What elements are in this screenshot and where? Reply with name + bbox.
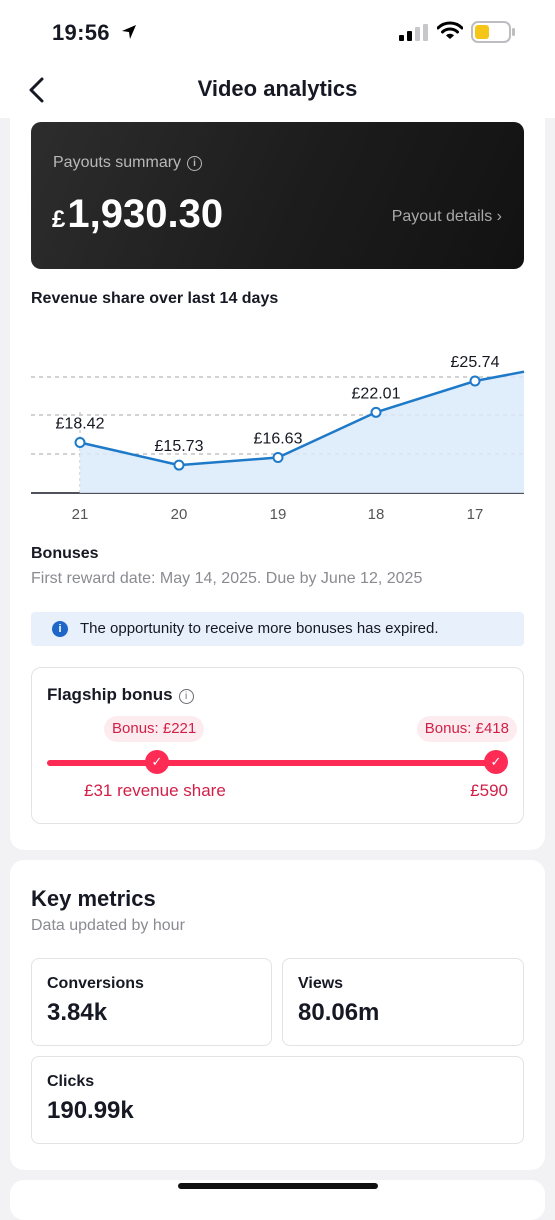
revenue-share-chart: £18.42 £15.73 £16.63 £22.01 £25.74 21 20 19 18 1… — [31, 354, 525, 523]
metric-label: Views — [298, 975, 344, 992]
key-metrics-subtitle: Data updated by hour — [31, 917, 185, 934]
payout-currency: £ — [52, 206, 66, 233]
milestone-threshold: £31 revenue share — [84, 781, 226, 800]
chart-title: Revenue share over last 14 days — [31, 290, 279, 307]
milestone-threshold: £590 — [470, 781, 508, 800]
payout-value: 1,930.30 — [67, 192, 224, 236]
page-title: Video analytics — [197, 76, 358, 101]
wifi-icon — [437, 21, 463, 39]
chart-x-tick-label: 18 — [368, 506, 385, 523]
chart-point[interactable] — [74, 436, 86, 448]
notice-text: The opportunity to receive more bonuses … — [80, 620, 439, 637]
info-icon[interactable]: i — [187, 156, 203, 171]
status-bar: 19:56 — [0, 0, 555, 64]
bonuses-title: Bonuses — [31, 545, 99, 562]
bonus-expired-notice: i The opportunity to receive more bonuse… — [31, 612, 524, 646]
home-indicator[interactable] — [178, 1183, 378, 1189]
metric-value: 190.99k — [47, 1097, 134, 1124]
chart-point[interactable] — [370, 406, 382, 418]
key-metrics-title: Key metrics — [31, 886, 156, 911]
chart-data-label: £25.74 — [451, 354, 500, 371]
bonuses-subtitle: First reward date: May 14, 2025. Due by … — [31, 570, 423, 587]
metric-tile-clicks[interactable]: Clicks 190.99k — [31, 1056, 524, 1144]
metric-tile-conversions[interactable]: Conversions 3.84k — [31, 958, 272, 1046]
chart-x-tick-label: 17 — [467, 506, 484, 523]
payout-amount: £1,930.30 — [52, 192, 223, 237]
status-time: 19:56 — [52, 20, 110, 45]
payouts-summary-label: Payouts summary i — [53, 154, 203, 172]
info-icon[interactable]: i — [178, 689, 194, 704]
payouts-summary-label-text: Payouts summary — [53, 154, 182, 171]
chart-data-label: £15.73 — [155, 438, 204, 455]
bonus-pill: Bonus: £221 — [104, 716, 205, 742]
chart-data-label: £22.01 — [352, 385, 401, 402]
battery-icon — [471, 21, 515, 43]
metric-value: 80.06m — [298, 999, 380, 1026]
chart-x-tick-label: 19 — [270, 506, 287, 523]
metric-value: 3.84k — [47, 999, 108, 1026]
navigation-bar: Video analytics — [0, 64, 555, 118]
payouts-summary-card: Payouts summary i £1,930.30 Payout detail… — [31, 122, 524, 269]
chart-data-label: £18.42 — [56, 415, 105, 432]
flagship-bonus-card: Flagship bonus i Bonus: £221 Bonus: £418 … — [31, 667, 524, 824]
metric-label: Clicks — [47, 1073, 95, 1090]
info-icon: i — [52, 621, 68, 637]
flagship-bonus-title-text: Flagship bonus — [47, 685, 173, 704]
location-arrow-icon — [122, 25, 136, 39]
chart-point[interactable] — [173, 459, 185, 471]
flagship-bonus-title: Flagship bonus i — [47, 685, 194, 705]
payout-details-link[interactable]: Payout details › — [392, 208, 502, 226]
milestone-check-icon[interactable]: ✓ — [484, 750, 508, 774]
milestone-check-icon[interactable]: ✓ — [145, 750, 169, 774]
cellular-signal-icon — [399, 24, 428, 41]
chart-point[interactable] — [272, 452, 284, 464]
chart-x-tick-label: 20 — [171, 506, 188, 523]
metric-label: Conversions — [47, 975, 144, 992]
chart-point[interactable] — [469, 375, 481, 387]
bonus-progress-track — [47, 760, 507, 766]
bonus-pill: Bonus: £418 — [416, 716, 517, 742]
metric-tile-views[interactable]: Views 80.06m — [282, 958, 524, 1046]
chart-x-tick-label: 21 — [72, 506, 89, 523]
chart-data-label: £16.63 — [254, 431, 303, 448]
